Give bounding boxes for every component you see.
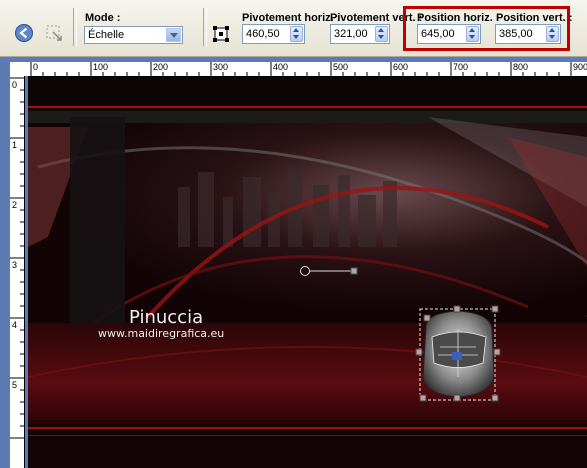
pivot-horiz-input[interactable]: 460,50	[242, 24, 305, 44]
ruler-tick-label: 4	[12, 320, 18, 330]
pivot-horiz-label: Pivotement horiz. :	[242, 12, 341, 24]
ruler-corner	[10, 62, 28, 76]
ruler-tick-label: 700	[453, 62, 469, 72]
ruler-tick-label: 100	[93, 62, 109, 72]
mode-label: Mode :	[85, 12, 121, 24]
ruler-tick-label: 0	[12, 80, 18, 90]
ruler-vertical: 0 1 2 3 4 5	[10, 76, 25, 468]
image-canvas[interactable]: Pinuccia www.maidiregrafica.eu	[28, 77, 587, 468]
ruler-horizontal: 0 100 200 300 400 500 600 700 800 900	[28, 62, 587, 77]
ruler-tick-label: 200	[153, 62, 169, 72]
ruler-tick-label: 3	[12, 260, 18, 270]
ruler-tick-label: 500	[333, 62, 349, 72]
reset-icon[interactable]	[14, 23, 38, 47]
apply-icon[interactable]	[44, 23, 68, 47]
watermark-name: Pinuccia	[129, 307, 204, 328]
ruler-tick-label: 900	[573, 62, 587, 72]
ruler-tick-label: 0	[33, 62, 39, 72]
toolbar-separator	[203, 8, 207, 46]
mode-value: Échelle	[88, 29, 125, 41]
spinner-icon[interactable]	[290, 26, 303, 42]
ruler-tick-label: 800	[513, 62, 529, 72]
pivot-vert-value: 321,00	[334, 28, 368, 40]
pivot-vert-input[interactable]: 321,00	[330, 24, 390, 44]
pivot-horiz-value: 460,50	[246, 28, 280, 40]
ruler-tick-label: 400	[273, 62, 289, 72]
position-highlight-box	[403, 6, 570, 51]
toolbar-separator	[73, 8, 77, 46]
mode-select[interactable]: Échelle	[84, 26, 183, 44]
ruler-tick-label: 5	[12, 380, 18, 390]
transform-frame-icon[interactable]	[212, 25, 236, 49]
ruler-tick-label: 600	[393, 62, 409, 72]
ruler-tick-label: 1	[12, 140, 18, 150]
ruler-tick-label: 300	[213, 62, 229, 72]
spinner-icon[interactable]	[375, 26, 388, 42]
ruler-tick-label: 2	[12, 200, 18, 210]
watermark-url: www.maidiregrafica.eu	[98, 327, 225, 340]
chevron-down-icon[interactable]	[166, 28, 181, 42]
tool-options-bar: Mode : Échelle Pivotement horiz. : 460,5…	[0, 0, 587, 57]
transform-object[interactable]	[415, 305, 501, 402]
